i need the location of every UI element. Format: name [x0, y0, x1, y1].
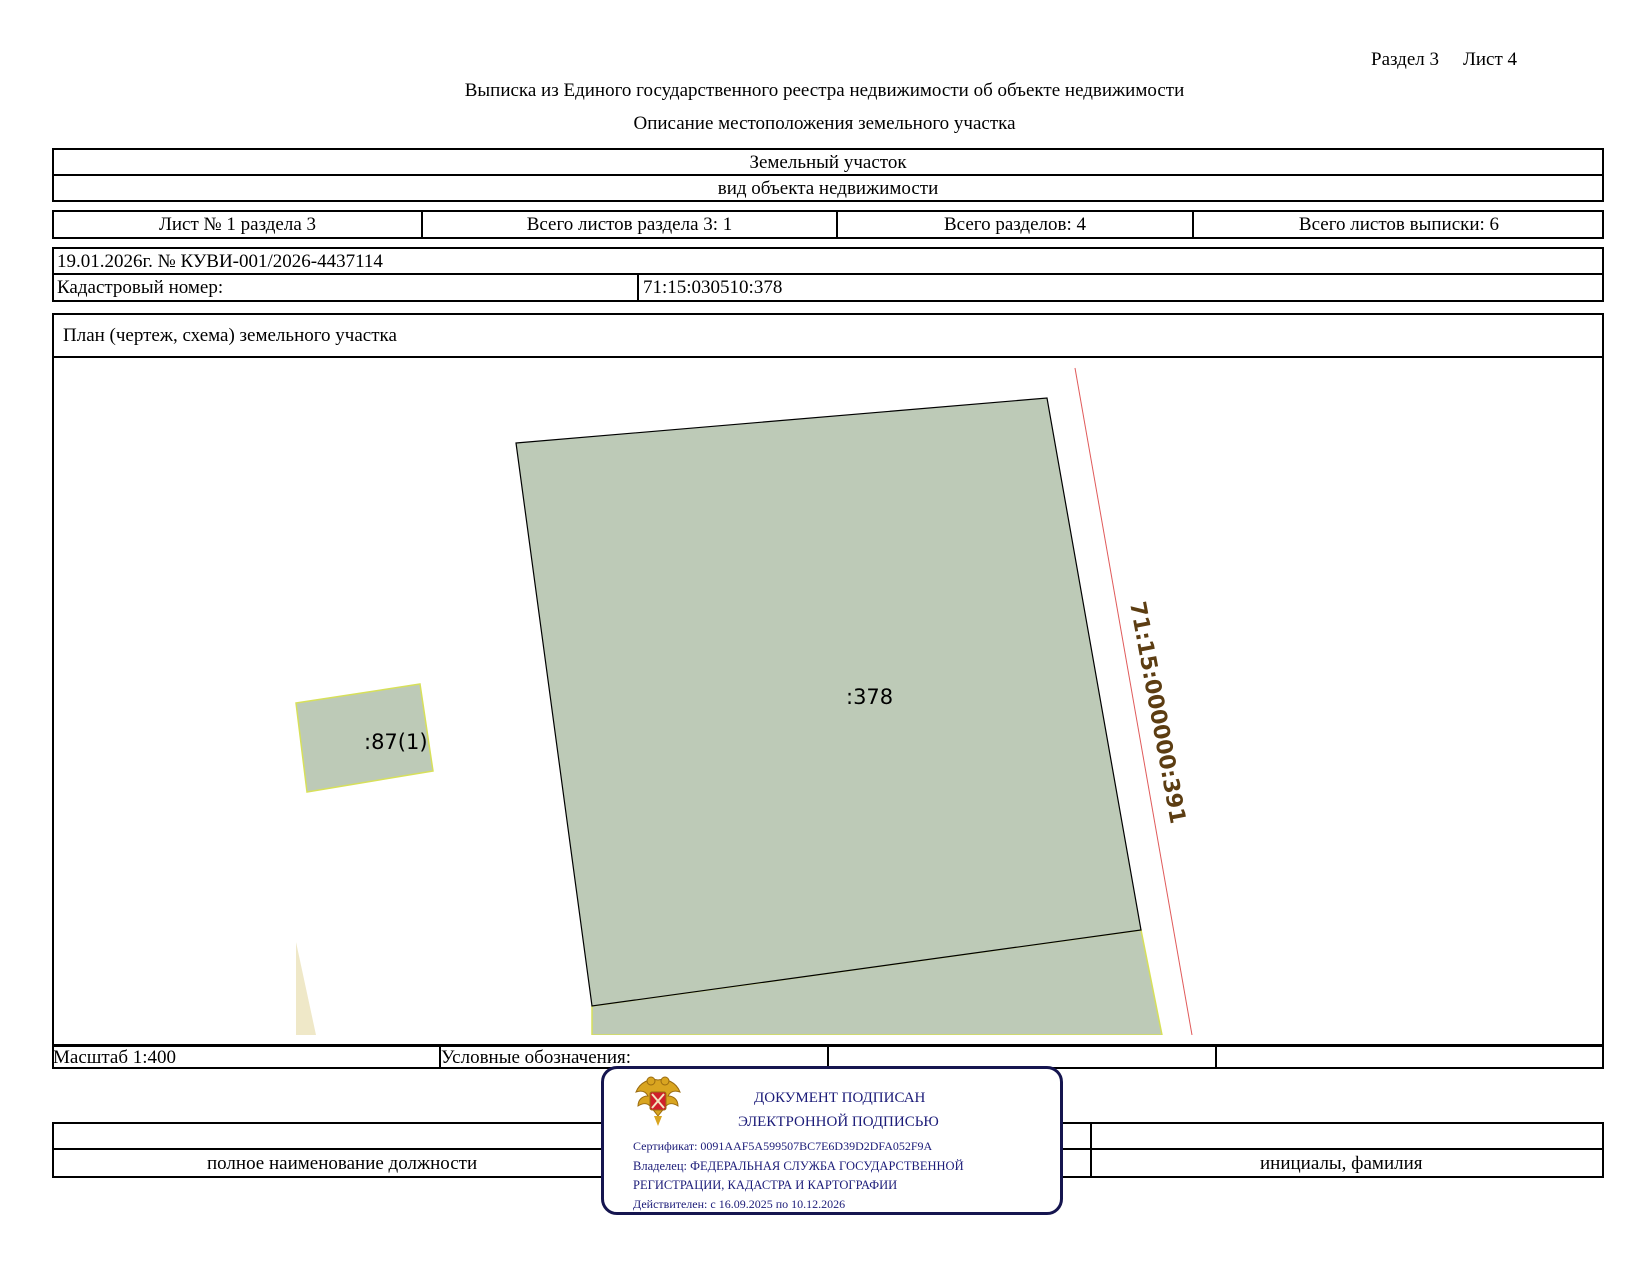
parcel-378: [515, 397, 1142, 1007]
section-label: Раздел 3: [1371, 49, 1439, 70]
boundary-391-label: 71:15:000000:391: [1124, 600, 1190, 826]
name-caption: инициалы, фамилия: [1260, 1153, 1423, 1174]
stamp-owner-line-1: Владелец: ФЕДЕРАЛЬНАЯ СЛУЖБА ГОСУДАРСТВЕ…: [633, 1159, 964, 1173]
stamp-validity: Действителен: с 16.09.2025 по 10.12.2026: [633, 1197, 846, 1211]
sheet-label: Лист 4: [1463, 49, 1518, 70]
document-title: Выписка из Единого государственного реес…: [464, 80, 1185, 101]
divider: [1215, 1045, 1217, 1069]
plan-heading: План (чертеж, схема) земельного участка: [63, 325, 397, 346]
scale-label: Масштаб 1:400: [53, 1047, 177, 1068]
sections-total: Всего разделов: 4: [943, 214, 1087, 235]
stamp-line-1: ДОКУМЕНТ ПОДПИСАН: [754, 1090, 926, 1106]
divider: [52, 174, 1604, 176]
parcel-378-label: :378: [846, 685, 893, 709]
document-subtitle: Описание местоположения земельного участ…: [633, 113, 1016, 134]
plan-drawing: :378 :87(1) 71:15:000000:391: [295, 367, 1193, 1035]
divider: [1090, 1122, 1092, 1178]
neighbor-parcel-sliver: [296, 942, 316, 1035]
object-type-caption: вид объекта недвижимости: [717, 178, 939, 199]
position-caption: полное наименование должности: [207, 1153, 478, 1174]
stamp-line-2: ЭЛЕКТРОННОЙ ПОДПИСЬЮ: [738, 1114, 939, 1130]
legend-label: Условные обозначения:: [441, 1047, 632, 1068]
stamp-certificate: Сертификат: 0091AAF5A599507BC7E6D39D2DFA…: [633, 1139, 933, 1153]
divider: [52, 273, 1604, 275]
record-date-number: 19.01.2026г. № КУВИ-001/2026-4437114: [57, 251, 383, 272]
object-type-value: Земельный участок: [749, 152, 907, 173]
extract-sheets-total: Всего листов выписки: 6: [1298, 214, 1500, 235]
stamp-owner-line-2: РЕГИСТРАЦИИ, КАДАСТРА И КАРТОГРАФИИ: [633, 1178, 898, 1192]
e-signature-stamp: ДОКУМЕНТ ПОДПИСАН ЭЛЕКТРОННОЙ ПОДПИСЬЮ С…: [601, 1066, 1063, 1215]
sheets-in-section: Всего листов раздела 3: 1: [526, 214, 733, 235]
cadastral-number-label: Кадастровый номер:: [57, 277, 224, 298]
cadastral-number-value: 71:15:030510:378: [643, 277, 783, 298]
divider: [637, 273, 639, 302]
parcel-87-label: :87(1): [364, 730, 428, 754]
sheet-number: Лист № 1 раздела 3: [158, 214, 317, 235]
coat-of-arms-icon: [635, 1076, 681, 1126]
